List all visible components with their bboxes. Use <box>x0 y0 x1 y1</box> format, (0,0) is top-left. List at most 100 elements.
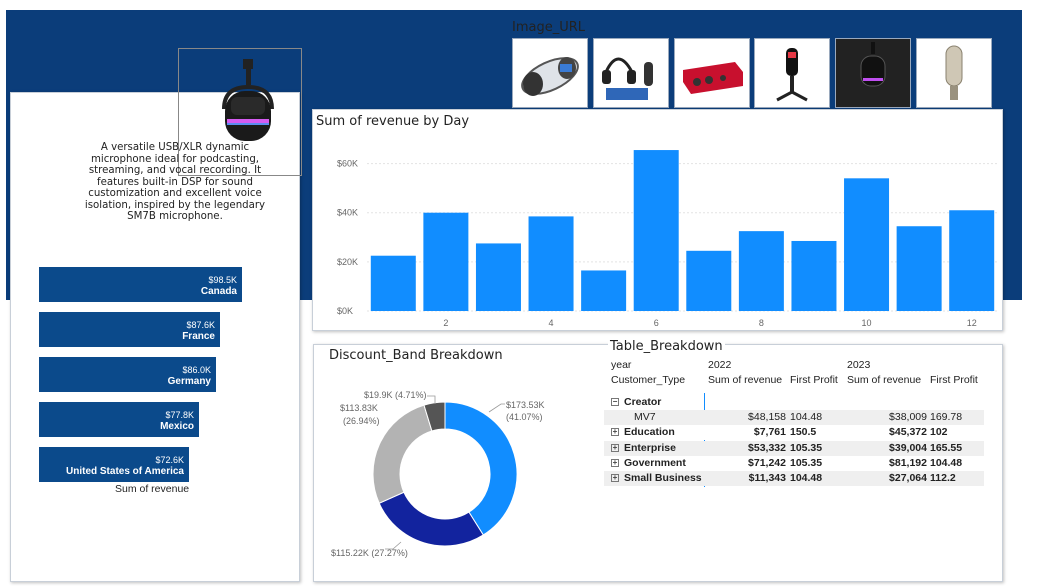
row-label-text: Creator <box>624 396 662 408</box>
donut-slice <box>378 491 484 547</box>
table-cell: 104.48 <box>930 456 963 469</box>
table-cell: 169.78 <box>930 411 963 424</box>
country-bar-value: $77.8K <box>165 410 194 420</box>
row-label: + Enterprise <box>611 442 676 454</box>
expand-toggle-icon[interactable]: + <box>611 474 619 482</box>
row-label-text: Government <box>624 456 686 469</box>
thumbnail-audio-interface[interactable] <box>674 38 750 108</box>
country-bar-value: $98.5K <box>208 275 237 285</box>
country-bar[interactable]: $98.5K Canada <box>39 267 242 302</box>
row-label: + Education <box>611 426 675 438</box>
y-tick-label: $40K <box>337 208 358 218</box>
row-label-text: Enterprise <box>624 441 676 454</box>
table-row[interactable]: MV7 $48,158 104.48 $38,009 169.78 <box>604 410 984 426</box>
row-label: − Creator <box>611 396 661 408</box>
expand-toggle-icon[interactable]: − <box>611 398 619 406</box>
row-label-text: Education <box>624 426 675 439</box>
table-cell: 105.35 <box>790 441 823 454</box>
country-bar-value: $87.6K <box>186 320 215 330</box>
table-breakdown-title: Table_Breakdown <box>608 339 725 354</box>
audio-interface-icon <box>683 62 743 94</box>
table-cell: $53,332 <box>748 441 786 454</box>
country-bar[interactable]: $77.8K Mexico <box>39 402 199 437</box>
country-bar-label: Canada <box>200 286 237 297</box>
y-tick-label: $20K <box>337 257 358 267</box>
y-tick-label: $0K <box>337 306 353 316</box>
table-cell: $11,343 <box>748 472 786 484</box>
day-bar <box>791 240 837 311</box>
thumbnail-studio-mic[interactable] <box>916 38 992 108</box>
row-label: + Government <box>611 457 686 469</box>
day-bar <box>738 231 784 311</box>
table-cell: 104.48 <box>790 411 823 424</box>
image-url-title: Image_URL <box>512 20 586 35</box>
day-bar <box>423 212 469 311</box>
country-bar[interactable]: $87.6K France <box>39 312 220 347</box>
slice-label: $173.53K <box>506 400 545 410</box>
white-headset-icon <box>521 57 579 96</box>
x-tick-label: 4 <box>549 318 554 328</box>
thumbnail-condenser-mic[interactable] <box>754 38 830 108</box>
thumbnail-headset[interactable] <box>512 38 588 108</box>
country-bar-label: Germany <box>167 376 211 387</box>
table-cell: 102 <box>930 426 948 439</box>
table-row[interactable]: + Government $71,242 105.35 $81,192 104.48 <box>604 455 984 471</box>
day-bar <box>475 243 521 311</box>
table-cell: $39,004 <box>889 441 927 454</box>
dynamic-mic-icon <box>860 42 886 87</box>
day-bar <box>949 210 995 311</box>
year-2022-header: 2022 <box>708 359 732 371</box>
country-bar[interactable]: $86.0K Germany <box>39 357 216 392</box>
country-bar-label: France <box>182 331 215 342</box>
table-cell: $38,009 <box>889 411 927 424</box>
product-description: A versatile USB/XLR dynamic microphone i… <box>84 142 266 222</box>
donut-slice <box>372 404 433 504</box>
slice-label: $115.22K (27.27%) <box>331 548 408 558</box>
table-cell: $7,761 <box>753 426 786 439</box>
day-bar <box>686 250 732 311</box>
condenser-mic-stand-icon <box>776 48 808 102</box>
country-bar-label: United States of America <box>66 466 184 477</box>
year-header-label: year <box>611 359 632 371</box>
x-tick-label: 6 <box>654 318 659 328</box>
table-cell: $81,192 <box>889 456 927 469</box>
day-bar <box>581 270 627 311</box>
expand-toggle-icon[interactable]: + <box>611 428 619 437</box>
slice-label: (26.94%) <box>343 416 380 426</box>
expand-toggle-icon[interactable]: + <box>611 443 619 452</box>
table-row[interactable]: + Small Business $11,343 104.48 $27,064 112.2 <box>604 471 984 486</box>
col-header: Sum of revenue <box>847 374 922 386</box>
x-tick-label: 8 <box>759 318 764 328</box>
headphones-mic-kit-icon <box>602 57 653 100</box>
expand-toggle-icon[interactable]: + <box>611 458 619 467</box>
day-bar <box>896 226 942 311</box>
table-row[interactable]: + Education $7,761 150.5 $45,372 102 <box>604 425 984 441</box>
day-bar <box>370 255 416 311</box>
day-bar <box>528 216 574 311</box>
day-bar <box>844 178 890 311</box>
discount-band-donut: $173.53K (41.07%) $115.22K (27.27%) $113.83… <box>331 390 545 558</box>
y-tick-label: $60K <box>337 159 358 169</box>
table-row[interactable]: + Enterprise $53,332 105.35 $39,004 165.55 <box>604 440 984 456</box>
slice-label: (41.07%) <box>506 412 543 422</box>
table-cell: 165.55 <box>930 441 963 454</box>
country-bar-label: Mexico <box>160 421 194 432</box>
table-cell: $48,158 <box>748 411 786 424</box>
revenue-by-day-chart: $0K $20K $40K $60K 2 4 6 8 10 12 <box>337 150 998 328</box>
slice-label: $19.9K (4.71%) <box>364 390 427 400</box>
day-bar <box>633 150 679 311</box>
table-cell: 105.35 <box>790 456 823 469</box>
country-bar-value: $86.0K <box>182 365 211 375</box>
x-tick-label: 10 <box>862 318 872 328</box>
table-cell: 112.2 <box>930 472 956 484</box>
thumbnail-dynamic-mic[interactable] <box>835 38 911 108</box>
table-cell: 150.5 <box>790 426 817 439</box>
table-cell: 104.48 <box>790 472 823 484</box>
x-tick-label: 2 <box>443 318 448 328</box>
table-row[interactable]: − Creator <box>604 395 984 410</box>
year-2023-header: 2023 <box>847 359 871 371</box>
thumbnail-headphones-kit[interactable] <box>593 38 669 108</box>
country-bar[interactable]: $72.6K United States of America <box>39 447 189 482</box>
country-chart-axis-label: Sum of revenue <box>115 483 190 495</box>
slice-label: $113.83K <box>340 403 378 413</box>
